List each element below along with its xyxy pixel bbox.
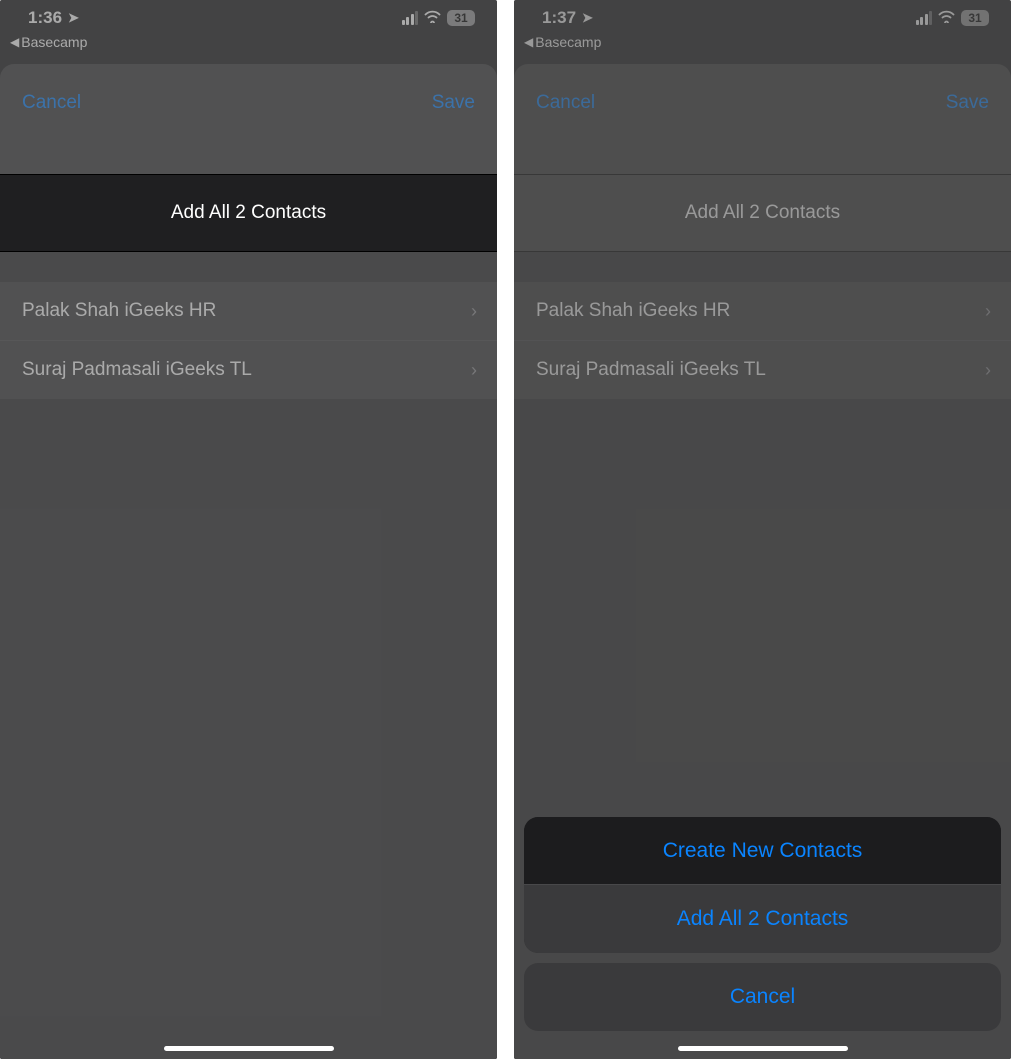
status-time: 1:37 [542, 8, 576, 28]
screen-right-after: 1:37 ➤ 31 ◀ Basecamp Cancel Save Add All… [514, 0, 1011, 1059]
location-icon: ➤ [582, 10, 593, 26]
status-bar: 1:36 ➤ 31 [0, 0, 497, 30]
action-sheet: Create New Contacts Add All 2 Contacts C… [514, 817, 1011, 1059]
status-time: 1:36 [28, 8, 62, 28]
back-to-app-button[interactable]: ◀ Basecamp [514, 30, 1011, 56]
action-label: Add All 2 Contacts [677, 907, 849, 931]
add-all-label: Add All 2 Contacts [171, 202, 326, 224]
action-label: Cancel [730, 985, 795, 1009]
chevron-right-icon: › [471, 360, 477, 381]
contact-list: Palak Shah iGeeks HR › Suraj Padmasali i… [514, 282, 1011, 399]
add-all-label: Add All 2 Contacts [685, 202, 840, 224]
contact-row[interactable]: Palak Shah iGeeks HR › [0, 282, 497, 341]
contact-row[interactable]: Palak Shah iGeeks HR › [514, 282, 1011, 341]
section-spacer [514, 252, 1011, 282]
screen-left-before: 1:36 ➤ 31 ◀ Basecamp Cancel Save Add All… [0, 0, 497, 1059]
cellular-signal-icon [916, 11, 933, 25]
modal-header: Cancel Save [514, 64, 1011, 174]
cancel-button[interactable]: Cancel [22, 92, 81, 174]
action-label: Create New Contacts [663, 839, 863, 863]
back-caret-icon: ◀ [524, 35, 533, 49]
home-indicator[interactable] [678, 1046, 848, 1051]
chevron-right-icon: › [471, 301, 477, 322]
wifi-icon [424, 10, 441, 27]
cancel-button[interactable]: Cancel [536, 92, 595, 174]
background-fill [0, 399, 497, 1059]
status-bar: 1:37 ➤ 31 [514, 0, 1011, 30]
chevron-right-icon: › [985, 360, 991, 381]
location-icon: ➤ [68, 10, 79, 26]
battery-badge: 31 [447, 10, 475, 26]
contact-name: Palak Shah iGeeks HR [22, 300, 216, 322]
back-to-app-button[interactable]: ◀ Basecamp [0, 30, 497, 56]
back-caret-icon: ◀ [10, 35, 19, 49]
save-button[interactable]: Save [432, 92, 475, 174]
chevron-right-icon: › [985, 301, 991, 322]
add-all-contacts-button[interactable]: Add All 2 Contacts [0, 174, 497, 252]
action-sheet-group: Create New Contacts Add All 2 Contacts [524, 817, 1001, 953]
back-app-label: Basecamp [21, 34, 87, 50]
contact-row[interactable]: Suraj Padmasali iGeeks TL › [0, 341, 497, 399]
contact-name: Suraj Padmasali iGeeks TL [536, 359, 766, 381]
back-app-label: Basecamp [535, 34, 601, 50]
contact-list: Palak Shah iGeeks HR › Suraj Padmasali i… [0, 282, 497, 399]
add-all-contacts-action-button[interactable]: Add All 2 Contacts [524, 885, 1001, 953]
contact-row[interactable]: Suraj Padmasali iGeeks TL › [514, 341, 1011, 399]
save-button[interactable]: Save [946, 92, 989, 174]
add-all-contacts-button[interactable]: Add All 2 Contacts [514, 174, 1011, 252]
battery-badge: 31 [961, 10, 989, 26]
home-indicator[interactable] [164, 1046, 334, 1051]
section-spacer [0, 252, 497, 282]
modal-header: Cancel Save [0, 64, 497, 174]
contact-name: Palak Shah iGeeks HR [536, 300, 730, 322]
contact-name: Suraj Padmasali iGeeks TL [22, 359, 252, 381]
action-sheet-cancel-button[interactable]: Cancel [524, 963, 1001, 1031]
wifi-icon [938, 10, 955, 27]
create-new-contacts-button[interactable]: Create New Contacts [524, 817, 1001, 885]
cellular-signal-icon [402, 11, 419, 25]
